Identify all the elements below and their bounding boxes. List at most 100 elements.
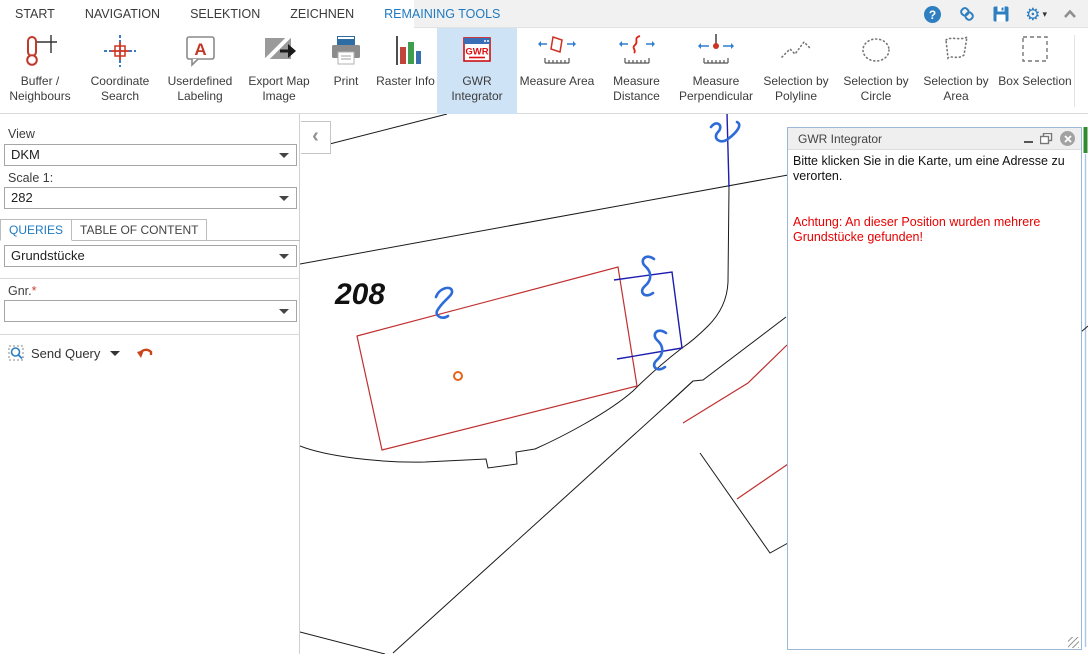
menubar-icons: ? ⚙ ▾ <box>923 0 1078 28</box>
tool-label: Buffer / Neighbours <box>0 74 80 105</box>
print-icon <box>328 28 364 74</box>
chevron-down-icon <box>279 254 289 259</box>
tool-print[interactable]: Print <box>318 28 374 114</box>
divider <box>0 334 300 335</box>
help-icon[interactable]: ? <box>923 5 942 24</box>
selection-by-polyline-icon <box>777 28 815 74</box>
panel-title: GWR Integrator <box>798 132 1024 146</box>
ribbon-separator <box>1074 35 1075 107</box>
link-icon[interactable] <box>957 4 977 24</box>
save-icon[interactable] <box>992 5 1010 23</box>
tool-gwr-integrator[interactable]: GWR GWR Integrator <box>437 28 517 114</box>
query-select-value: Grundstücke <box>11 248 85 263</box>
settings-caret-icon: ▾ <box>1042 9 1047 20</box>
menu-tab-selektion[interactable]: SELEKTION <box>175 0 275 28</box>
tool-selection-by-polyline[interactable]: Selection by Polyline <box>756 28 836 114</box>
view-label: View <box>8 127 35 141</box>
send-query-caret-icon[interactable] <box>110 351 120 356</box>
close-icon[interactable] <box>1060 131 1075 146</box>
export-map-image-icon <box>261 28 297 74</box>
tool-coordinate-search[interactable]: Coordinate Search <box>80 28 160 114</box>
buffer-neighbours-icon <box>22 28 58 74</box>
userdefined-labeling-icon: A <box>182 28 218 74</box>
gwr-integrator-icon: GWR <box>459 28 495 74</box>
send-query-row: Send Query <box>8 341 154 365</box>
tool-label: Selection by Circle <box>836 74 916 105</box>
tool-label: Selection by Area <box>916 74 996 105</box>
tool-label: Selection by Polyline <box>756 74 836 105</box>
tool-buffer-neighbours[interactable]: Buffer / Neighbours <box>0 28 80 114</box>
selection-by-circle-icon <box>858 28 894 74</box>
collapse-ribbon-icon[interactable] <box>1062 6 1078 22</box>
chevron-down-icon <box>279 153 289 158</box>
map-edge-fragment <box>1084 127 1088 153</box>
menubar: START NAVIGATION SELEKTION ZEICHNEN REMA… <box>0 0 1088 28</box>
tool-label: Export Map Image <box>240 74 318 105</box>
restore-icon[interactable] <box>1040 133 1053 145</box>
panel-message: Bitte klicken Sie in die Karte, um eine … <box>793 154 1076 184</box>
tool-label: Raster Info <box>374 74 437 89</box>
chevron-down-icon <box>279 309 289 314</box>
menu-tabs: START NAVIGATION SELEKTION ZEICHNEN REMA… <box>0 0 515 28</box>
send-query-button[interactable]: Send Query <box>31 346 100 361</box>
tool-box-selection[interactable]: Box Selection <box>996 28 1074 114</box>
scale-select-value: 282 <box>11 190 33 205</box>
measure-area-icon <box>538 28 576 74</box>
selected-position-marker <box>454 372 462 380</box>
sidebar-collapse-button[interactable]: ‹ <box>301 121 331 154</box>
svg-text:GWR: GWR <box>465 47 488 58</box>
gnr-select[interactable] <box>4 300 297 322</box>
tool-userdefined-labeling[interactable]: A Userdefined Labeling <box>160 28 240 114</box>
menu-tab-remaining-tools[interactable]: REMAINING TOOLS <box>369 0 515 28</box>
required-mark: * <box>32 284 37 298</box>
tool-measure-distance[interactable]: Measure Distance <box>597 28 676 114</box>
view-select[interactable]: DKM <box>4 144 297 166</box>
parcel-number-label: 208 <box>334 278 385 311</box>
sidebar-tabstrip: QUERIES TABLE OF CONTENT <box>0 220 300 241</box>
box-selection-icon <box>1017 28 1053 74</box>
tool-label: GWR Integrator <box>437 74 517 105</box>
menu-tab-navigation[interactable]: NAVIGATION <box>70 0 175 28</box>
tab-queries[interactable]: QUERIES <box>0 219 72 241</box>
tool-export-map-image[interactable]: Export Map Image <box>240 28 318 114</box>
measure-perpendicular-icon <box>697 28 735 74</box>
tool-label: Box Selection <box>996 74 1074 89</box>
selection-by-area-icon <box>938 28 974 74</box>
chevron-left-icon: ‹ <box>312 125 319 148</box>
tool-selection-by-area[interactable]: Selection by Area <box>916 28 996 114</box>
scale-label: Scale 1: <box>8 171 53 185</box>
undo-icon[interactable] <box>136 346 154 361</box>
resize-grip[interactable] <box>1068 637 1079 648</box>
panel-warning: Achtung: An dieser Position wurden mehre… <box>793 215 1076 245</box>
coordinate-search-icon <box>102 28 138 74</box>
query-select[interactable]: Grundstücke <box>4 245 297 267</box>
menu-tab-zeichnen[interactable]: ZEICHNEN <box>275 0 369 28</box>
measure-distance-icon <box>618 28 656 74</box>
tool-measure-area[interactable]: Measure Area <box>517 28 597 114</box>
tool-label: Measure Area <box>517 74 597 89</box>
tool-label: Print <box>318 74 374 89</box>
tool-raster-info[interactable]: Raster Info <box>374 28 437 114</box>
gwr-integrator-panel: GWR Integrator Bitte klicken Sie in die … <box>787 127 1082 650</box>
menu-tab-start[interactable]: START <box>0 0 70 28</box>
scale-select[interactable]: 282 <box>4 187 297 209</box>
tool-label: Measure Distance <box>597 74 676 105</box>
panel-window-buttons <box>1024 131 1075 146</box>
chevron-down-icon <box>279 196 289 201</box>
gnr-label-text: Gnr. <box>8 284 32 298</box>
panel-titlebar[interactable]: GWR Integrator <box>788 128 1081 150</box>
sidebar: View DKM Scale 1: 282 QUERIES TABLE OF C… <box>0 114 300 654</box>
tool-selection-by-circle[interactable]: Selection by Circle <box>836 28 916 114</box>
tool-label: Coordinate Search <box>80 74 160 105</box>
svg-text:A: A <box>194 40 206 59</box>
minimize-icon[interactable] <box>1024 141 1033 143</box>
divider <box>0 278 300 279</box>
gnr-label: Gnr.* <box>8 284 37 298</box>
panel-body: Bitte klicken Sie in die Karte, um eine … <box>788 150 1081 650</box>
settings-icon[interactable]: ⚙ ▾ <box>1025 6 1047 23</box>
view-select-value: DKM <box>11 147 40 162</box>
tab-table-of-content[interactable]: TABLE OF CONTENT <box>72 219 207 241</box>
tool-label: Measure Perpendicular <box>676 74 756 105</box>
svg-text:?: ? <box>929 8 936 22</box>
tool-measure-perpendicular[interactable]: Measure Perpendicular <box>676 28 756 114</box>
